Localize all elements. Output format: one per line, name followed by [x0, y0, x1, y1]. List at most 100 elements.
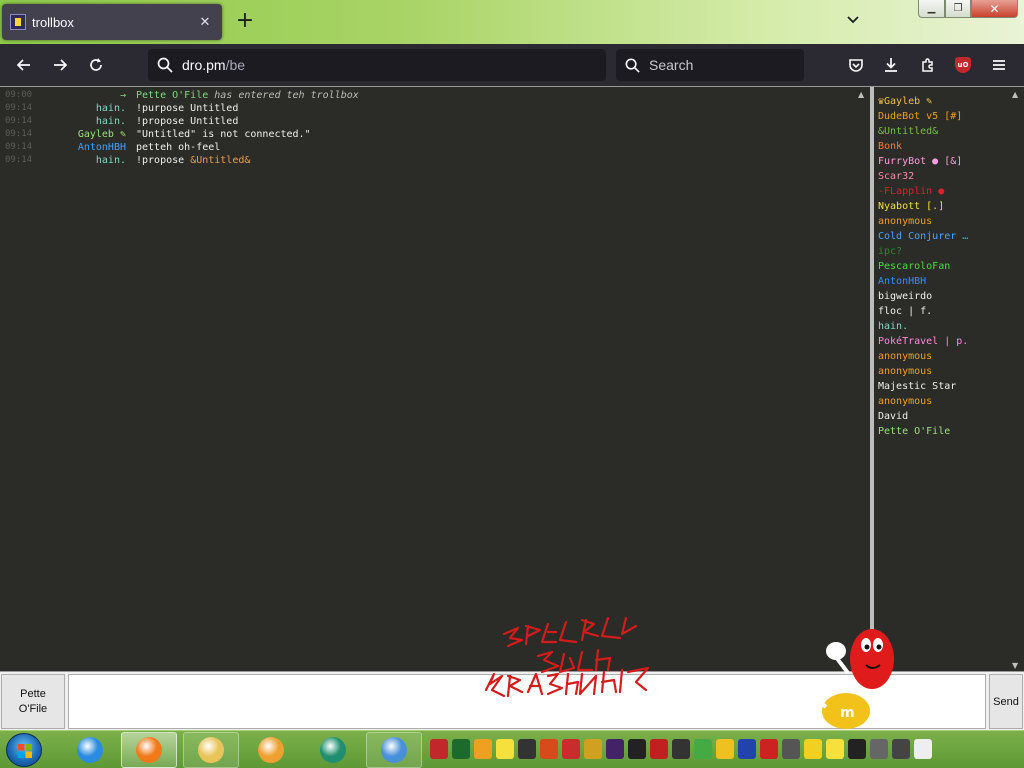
message-input[interactable]	[68, 674, 986, 729]
maximize-button[interactable]: ❐	[945, 0, 971, 18]
taskbar-button[interactable]	[183, 732, 239, 768]
user-list-item[interactable]: Nyabott [.]	[878, 199, 1008, 214]
tab-trollbox[interactable]: trollbox ✕	[2, 4, 222, 40]
search-icon	[157, 57, 173, 73]
forward-button[interactable]	[49, 54, 71, 76]
user-list-item[interactable]: FurryBot ● [&]	[878, 154, 1008, 169]
tray-app-icon[interactable]	[694, 739, 712, 759]
message-timestamp: 09:00	[5, 90, 33, 100]
nickname-line-1: Pette	[20, 687, 46, 700]
user-list-item[interactable]: bigweirdo	[878, 289, 1008, 304]
user-list-item[interactable]: PescaroloFan	[878, 259, 1008, 274]
user-list-item[interactable]: David	[878, 409, 1008, 424]
user-list-item[interactable]: hain.	[878, 319, 1008, 334]
tray-app-icon[interactable]	[826, 739, 844, 759]
taskbar-button[interactable]	[305, 732, 361, 768]
tray-app-icon[interactable]	[628, 739, 646, 759]
tray-app-icon[interactable]	[650, 739, 668, 759]
taskbar-button[interactable]	[366, 732, 422, 768]
tray-app-icon[interactable]	[540, 739, 558, 759]
send-button[interactable]: Send	[989, 674, 1023, 729]
scroll-down-icon[interactable]: ▼	[1012, 661, 1018, 670]
tray-app-icon[interactable]	[606, 739, 624, 759]
tray-app-icon[interactable]	[584, 739, 602, 759]
message-nickname[interactable]: hain.	[96, 116, 126, 127]
downloads-button[interactable]	[880, 54, 902, 76]
trollbox-page: 09:00 → Pette O'File has entered teh troll…	[0, 86, 1024, 731]
taskbar-button[interactable]	[121, 732, 177, 768]
scroll-up-icon[interactable]: ▲	[1012, 90, 1018, 99]
list-all-tabs-button[interactable]	[845, 11, 869, 33]
tray-app-icon[interactable]	[760, 739, 778, 759]
user-list-item[interactable]: Bonk	[878, 139, 1008, 154]
nickname-button[interactable]: Pette O'File	[1, 674, 65, 729]
close-window-button[interactable]: ✕	[971, 0, 1018, 18]
media-center-icon	[320, 737, 346, 763]
url-path: /be	[225, 57, 246, 73]
scroll-up-icon[interactable]: ▲	[858, 90, 864, 99]
tray-app-icon[interactable]	[452, 739, 470, 759]
new-tab-button[interactable]: +	[232, 9, 258, 35]
menu-button[interactable]	[988, 54, 1010, 76]
close-tab-icon[interactable]: ✕	[196, 15, 214, 30]
arrow-left-icon	[16, 59, 30, 71]
message-nickname[interactable]: hain.	[96, 155, 126, 166]
start-button[interactable]	[6, 733, 42, 767]
url-host: dro.pm	[182, 57, 226, 73]
system-message-body: has entered teh trollbox	[208, 90, 359, 101]
internet-explorer-icon	[77, 737, 103, 763]
user-list-item[interactable]: ♛Gayleb ✎	[878, 94, 1008, 109]
pocket-button[interactable]	[845, 54, 867, 76]
user-list-item[interactable]: AntonHBH	[878, 274, 1008, 289]
taskbar-button[interactable]	[62, 732, 118, 768]
message-text: "Untitled" is not connected."	[136, 129, 311, 140]
search-bar[interactable]: Search	[616, 49, 804, 81]
user-list-item[interactable]: anonymous	[878, 214, 1008, 229]
message-nickname[interactable]: Gayleb ✎	[78, 129, 126, 140]
tray-app-icon[interactable]	[804, 739, 822, 759]
user-list-item[interactable]: Pette O'File	[878, 424, 1008, 439]
tray-app-icon[interactable]	[672, 739, 690, 759]
message-nickname[interactable]: AntonHBH	[78, 142, 126, 153]
user-list-item[interactable]: ipc?	[878, 244, 1008, 259]
user-list-item[interactable]: floc | f.	[878, 304, 1008, 319]
tray-app-icon[interactable]	[518, 739, 536, 759]
user-list-item[interactable]: anonymous	[878, 364, 1008, 379]
tray-app-icon[interactable]	[496, 739, 514, 759]
extensions-button[interactable]	[917, 54, 939, 76]
tray-app-icon[interactable]	[848, 739, 866, 759]
search-icon	[625, 58, 640, 73]
tray-app-icon[interactable]	[430, 739, 448, 759]
tray-app-icon[interactable]	[892, 739, 910, 759]
tray-app-icon[interactable]	[716, 739, 734, 759]
arrow-right-icon: →	[119, 90, 126, 101]
user-list-item[interactable]: Cold Conjurer …	[878, 229, 1008, 244]
back-button[interactable]	[13, 54, 35, 76]
user-list-item[interactable]: Majestic Star	[878, 379, 1008, 394]
tray-app-icon[interactable]	[474, 739, 492, 759]
taskbar-button[interactable]	[243, 732, 299, 768]
message-body: petteh oh-feel	[136, 142, 221, 153]
minimize-button[interactable]: ▁	[918, 0, 945, 18]
user-list-item[interactable]: &Untitled&	[878, 124, 1008, 139]
tray-app-icon[interactable]	[914, 739, 932, 759]
message-timestamp: 09:14	[5, 155, 33, 165]
user-list-item[interactable]: anonymous	[878, 394, 1008, 409]
reload-button[interactable]	[85, 54, 107, 76]
user-list-item[interactable]: PokéTravel | p.	[878, 334, 1008, 349]
address-bar[interactable]: dro.pm/be	[148, 49, 606, 81]
message-nickname[interactable]: hain.	[96, 103, 126, 114]
user-list-item[interactable]: Scar32	[878, 169, 1008, 184]
tray-app-icon[interactable]	[870, 739, 888, 759]
user-list-item[interactable]: -FLapplin ●	[878, 184, 1008, 199]
message-nickname[interactable]: Pette O'File	[136, 90, 208, 101]
tray-app-icon[interactable]	[782, 739, 800, 759]
ublock-origin-icon[interactable]: uO	[955, 57, 971, 73]
chat-scrollbar[interactable]: ▲ ▼	[856, 88, 870, 672]
user-list-item[interactable]: DudeBot v5 [#]	[878, 109, 1008, 124]
user-list-item[interactable]: anonymous	[878, 349, 1008, 364]
tray-app-icon[interactable]	[562, 739, 580, 759]
user-list-scrollbar[interactable]: ▲ ▼	[1008, 88, 1024, 672]
tray-app-icon[interactable]	[738, 739, 756, 759]
scroll-down-icon[interactable]: ▼	[858, 661, 864, 670]
